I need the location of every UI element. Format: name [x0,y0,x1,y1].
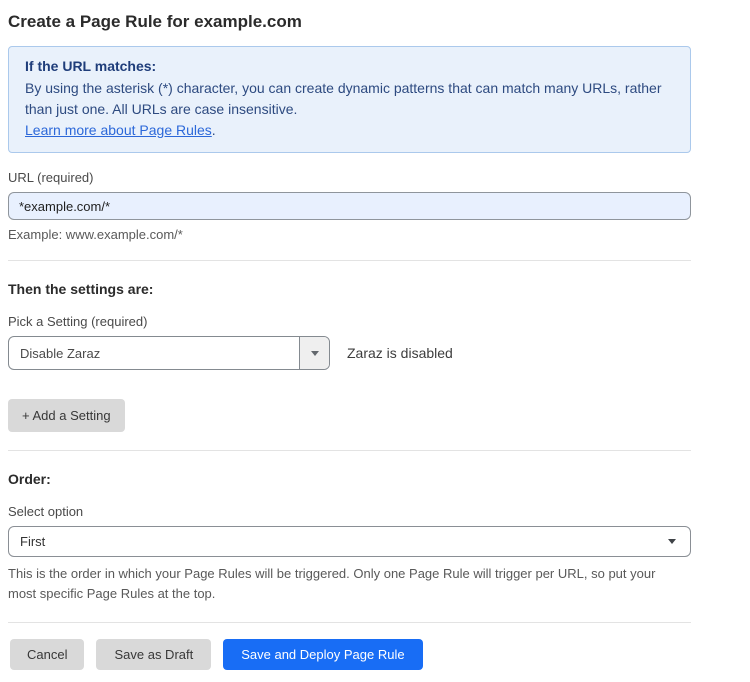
save-and-deploy-button[interactable]: Save and Deploy Page Rule [223,639,422,670]
url-field-label: URL (required) [8,170,691,185]
order-select[interactable]: First [8,526,691,557]
cancel-button[interactable]: Cancel [10,639,84,670]
caret-down-icon [668,539,676,544]
setting-select-value: Disable Zaraz [9,337,299,369]
order-select-value: First [20,534,45,549]
link-suffix: . [212,122,216,138]
order-select-label: Select option [8,504,691,519]
info-box-body: By using the asterisk (*) character, you… [25,78,674,120]
divider [8,622,691,623]
url-input[interactable] [8,192,691,220]
setting-status-text: Zaraz is disabled [347,345,453,361]
page-rule-form: Create a Page Rule for example.com If th… [8,12,691,670]
order-section-heading: Order: [8,471,691,487]
settings-section-heading: Then the settings are: [8,281,691,297]
order-helper-text: This is the order in which your Page Rul… [8,564,678,604]
footer-actions: Cancel Save as Draft Save and Deploy Pag… [8,639,691,670]
info-box-heading: If the URL matches: [25,56,674,77]
pick-setting-label: Pick a Setting (required) [8,314,691,329]
url-match-info-box: If the URL matches: By using the asteris… [8,46,691,153]
setting-select[interactable]: Disable Zaraz [8,336,330,370]
divider [8,260,691,261]
add-setting-button[interactable]: + Add a Setting [8,399,125,432]
page-title: Create a Page Rule for example.com [8,12,691,32]
save-as-draft-button[interactable]: Save as Draft [96,639,211,670]
caret-down-icon [311,351,319,356]
url-example-helper: Example: www.example.com/* [8,227,691,242]
learn-more-link[interactable]: Learn more about Page Rules [25,122,212,138]
setting-picker-row: Disable Zaraz Zaraz is disabled [8,336,691,370]
info-box-link-line: Learn more about Page Rules. [25,120,674,141]
setting-select-caret-button[interactable] [299,337,329,369]
divider [8,450,691,451]
